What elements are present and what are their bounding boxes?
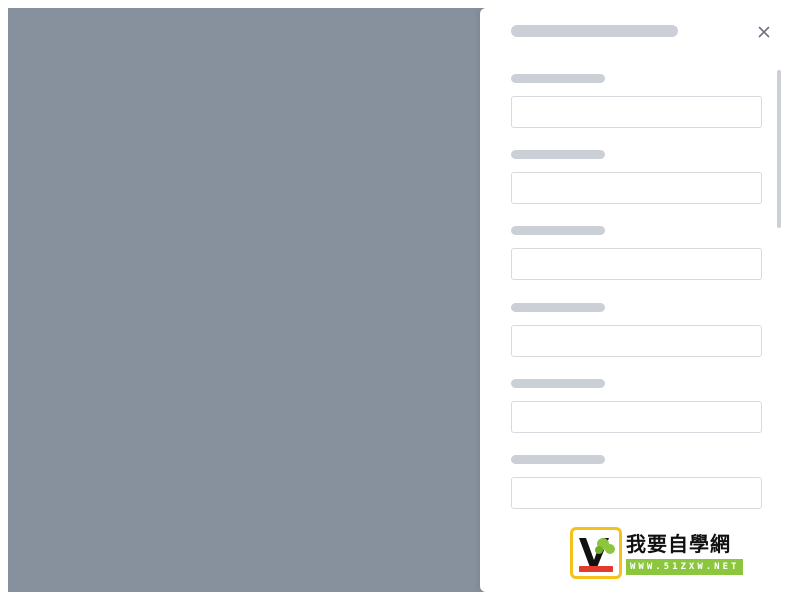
side-drawer: 我要自學網 WWW.51ZXW.NET <box>480 8 792 592</box>
watermark-url: WWW.51ZXW.NET <box>626 558 744 575</box>
field-label-placeholder <box>511 150 605 159</box>
watermark-logo <box>570 527 622 579</box>
close-button[interactable] <box>752 20 776 44</box>
watermark-title: 我要自學網 <box>626 531 731 556</box>
watermark-text: 我要自學網 WWW.51ZXW.NET <box>626 531 744 575</box>
text-input-3[interactable] <box>511 248 762 280</box>
form-field-5 <box>511 379 762 439</box>
form-field-3 <box>511 226 762 286</box>
form-field-1 <box>511 74 762 134</box>
form-field-2 <box>511 150 762 210</box>
field-label-placeholder <box>511 455 605 464</box>
text-input-4[interactable] <box>511 325 762 357</box>
text-input-2[interactable] <box>511 172 762 204</box>
drawer-title-placeholder <box>511 25 678 37</box>
close-icon <box>758 26 770 38</box>
drawer-form[interactable] <box>480 64 792 516</box>
form-field-4 <box>511 303 762 363</box>
scrollbar-thumb[interactable] <box>777 70 781 228</box>
text-input-5[interactable] <box>511 401 762 433</box>
field-label-placeholder <box>511 74 605 83</box>
text-input-1[interactable] <box>511 96 762 128</box>
text-input-6[interactable] <box>511 477 762 509</box>
screen: 我要自學網 WWW.51ZXW.NET <box>8 8 792 592</box>
watermark: 我要自學網 WWW.51ZXW.NET <box>570 526 768 580</box>
field-label-placeholder <box>511 379 605 388</box>
field-label-placeholder <box>511 303 605 312</box>
form-field-6 <box>511 455 762 515</box>
field-label-placeholder <box>511 226 605 235</box>
